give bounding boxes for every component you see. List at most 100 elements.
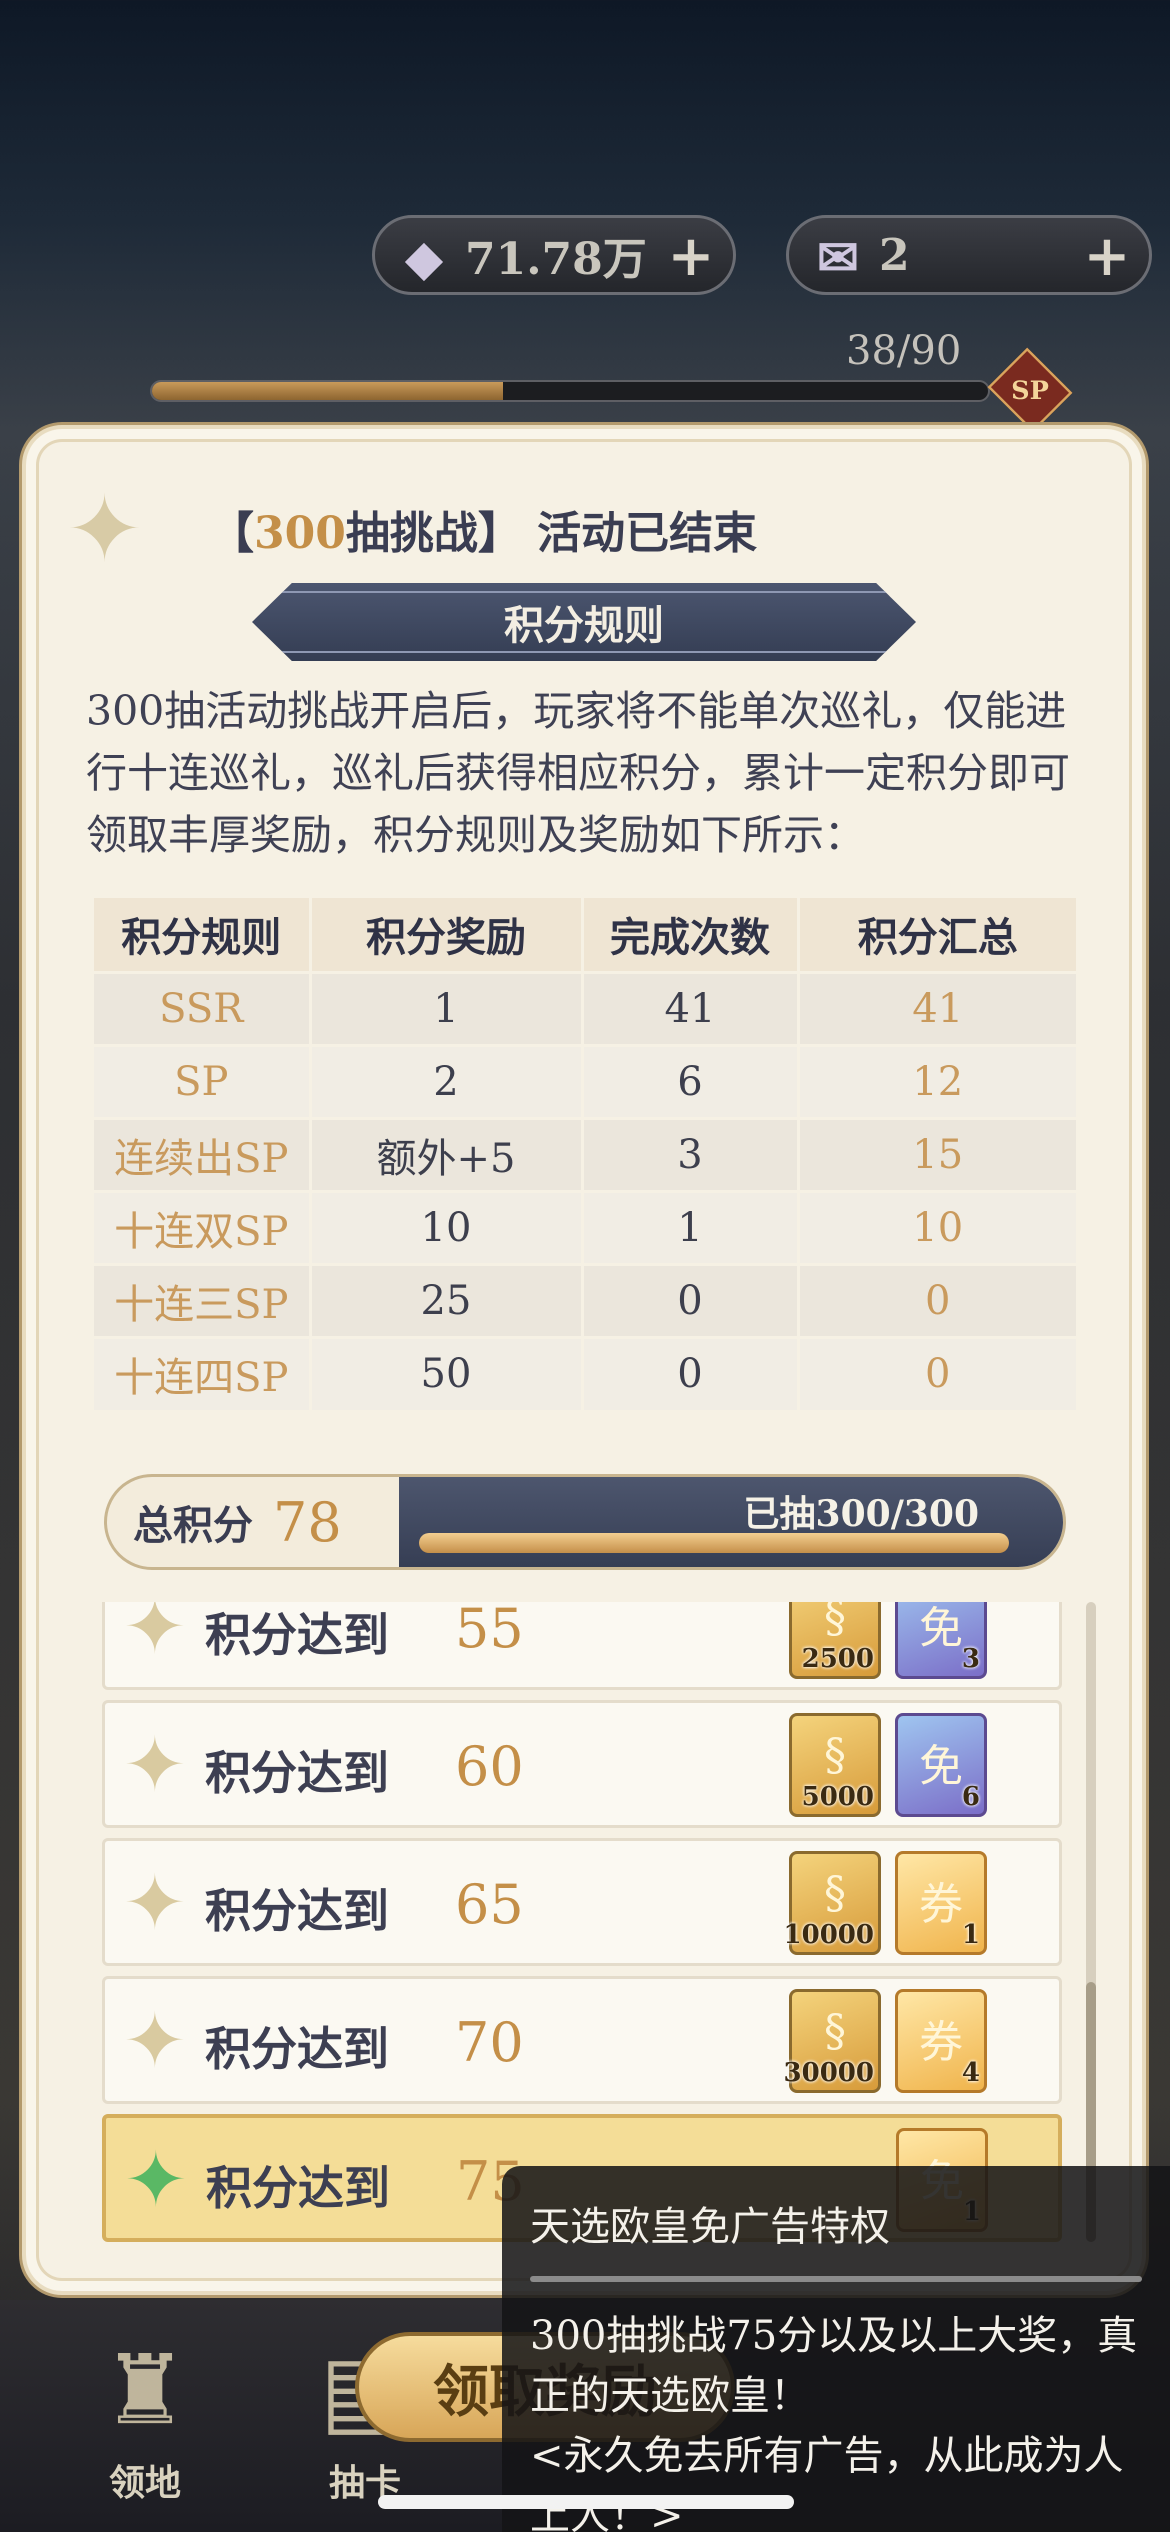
pity-progress-fill <box>152 382 504 400</box>
item-glyph: § <box>824 2006 846 2057</box>
reward-label: 积分达到 <box>205 1746 389 1800</box>
ticket-currency[interactable]: ✉ 2 + <box>786 215 1152 295</box>
item-count: 5000 <box>801 1782 874 1812</box>
table-header-row: 积分规则 积分奖励 完成次数 积分汇总 <box>94 898 1076 972</box>
add-ticket-icon[interactable]: + <box>1079 228 1135 284</box>
crystal-icon: ◆ <box>404 227 444 287</box>
reward-row[interactable]: ✦ 积分达到 55 § 2500 免 3 <box>102 1602 1062 1690</box>
total-score-value: 78 <box>273 1490 342 1554</box>
tooltip-line: <永久免去所有广告，从此成为人上人！> <box>530 2433 1124 2532</box>
item-count: 2500 <box>801 1644 874 1674</box>
reward-item-icon[interactable]: 免3 <box>895 1602 987 1679</box>
item-glyph: § <box>824 1602 846 1643</box>
item-count: 6 <box>961 1782 980 1812</box>
reward-row[interactable]: ✦ 积分达到 60 § 5000 免 6 <box>102 1700 1062 1828</box>
rules-description: 300抽活动挑战开启后，玩家将不能单次巡礼，仅能进行十连巡礼，巡礼后获得相应积分… <box>86 687 1070 859</box>
item-count: 1 <box>961 1920 980 1950</box>
reward-item-icon[interactable]: 券4 <box>895 1989 987 2093</box>
add-jade-icon[interactable]: + <box>663 228 719 284</box>
table-cell: 3 <box>582 1116 800 1191</box>
home-indicator[interactable] <box>378 2495 794 2509</box>
item-count: 10000 <box>783 1920 874 1950</box>
table-row: 十连双SP 10 1 10 <box>94 1189 1076 1264</box>
table-header: 完成次数 <box>582 898 800 972</box>
reward-item-icon[interactable]: § 5000 <box>789 1713 881 1817</box>
item-count: 3 <box>961 1644 980 1674</box>
item-glyph: § <box>824 1730 846 1781</box>
reward-list[interactable]: ✦ 积分达到 55 § 2500 免 3 ✦ 积分达到 60 § 5000 免 6 ✦ 积分达到 65 § 1000… <box>102 1602 1062 2262</box>
table-cell: 2 <box>310 1043 584 1118</box>
nav-territory[interactable]: ♜ 领地 <box>60 2330 230 2520</box>
reward-item-icon[interactable]: § 10000 <box>784 1851 881 1955</box>
tooltip-title: 天选欧皇免广告特权 <box>530 2204 890 2250</box>
draw-progress-fill <box>419 1533 1009 1553</box>
total-score-label: 总积分 <box>133 1502 253 1549</box>
ticket-value: 2 <box>879 229 910 281</box>
table-cell: 连续出SP <box>94 1116 312 1191</box>
reward-row[interactable]: ✦ 积分达到 70 § 30000 券 4 <box>102 1976 1062 2104</box>
table-header: 积分汇总 <box>798 898 1076 972</box>
table-cell: 41 <box>798 970 1076 1045</box>
reward-threshold: 65 <box>455 1873 524 1936</box>
table-cell: 41 <box>582 970 800 1045</box>
jade-currency[interactable]: ◆ 71.78万 + <box>372 215 736 295</box>
table-cell: 12 <box>798 1043 1076 1118</box>
reward-row[interactable]: ✦ 积分达到 65 § 10000 券 1 <box>102 1838 1062 1966</box>
sp-badge: SP <box>987 347 1073 433</box>
table-row: 连续出SP 额外+5 3 15 <box>94 1116 1076 1191</box>
table-cell: 50 <box>310 1335 584 1410</box>
sparkle-icon: ✦ <box>124 2135 188 2224</box>
draw-progress-bar <box>419 1533 1009 1553</box>
table-row: 十连三SP 25 0 0 <box>94 1262 1076 1337</box>
reward-label: 积分达到 <box>205 1884 389 1938</box>
top-resource-area: ◆ 71.78万 + ✉ 2 + 38/90 SP <box>0 0 1170 433</box>
table-cell: 0 <box>582 1262 800 1337</box>
sparkle-icon: ✦ <box>123 1602 187 1671</box>
tooltip-line: 300抽挑战75分以及以上大奖，真正的天选欧皇！ <box>530 2313 1138 2419</box>
table-header: 积分奖励 <box>310 898 584 972</box>
table-cell: SSR <box>94 970 312 1045</box>
table-cell: 1 <box>582 1189 800 1264</box>
reward-list-scrollbar[interactable] <box>1086 1602 1096 2242</box>
panel-title: 【300抽挑战】 活动已结束 <box>210 508 758 559</box>
table-row: SP 2 6 12 <box>94 1043 1076 1118</box>
item-glyph: § <box>824 1868 846 1919</box>
sparkle-icon: ✦ <box>123 1996 187 2085</box>
table-cell: 十连四SP <box>94 1335 312 1410</box>
table-cell: 10 <box>798 1189 1076 1264</box>
rules-banner: 积分规则 <box>252 583 916 661</box>
table-cell: 1 <box>310 970 584 1045</box>
sparkle-icon: ✦ <box>123 1720 187 1809</box>
reward-label: 积分达到 <box>205 1608 389 1662</box>
table-cell: 10 <box>310 1189 584 1264</box>
pity-progress-label: 38/90 <box>846 328 962 374</box>
ad-free-tooltip: 天选欧皇免广告特权 300抽挑战75分以及以上大奖，真正的天选欧皇！ <永久免去… <box>502 2166 1170 2532</box>
table-cell: 额外+5 <box>310 1116 584 1191</box>
table-header: 积分规则 <box>94 898 312 972</box>
reward-threshold: 55 <box>455 1602 524 1660</box>
jade-value: 71.78万 <box>465 234 647 285</box>
reward-item-icon[interactable]: 免6 <box>895 1713 987 1817</box>
total-score-bar: 总积分 78 已抽300/300 <box>104 1474 1066 1570</box>
drawn-count: 已抽300/300 <box>743 1493 979 1535</box>
reward-threshold: 70 <box>455 2011 524 2074</box>
table-cell: 十连双SP <box>94 1189 312 1264</box>
table-cell: 15 <box>798 1116 1076 1191</box>
table-cell: 6 <box>582 1043 800 1118</box>
table-row: SSR 1 41 41 <box>94 970 1076 1045</box>
table-cell: 0 <box>798 1262 1076 1337</box>
reward-item-icon[interactable]: § 2500 <box>789 1602 881 1679</box>
reward-item-icon[interactable]: 券1 <box>895 1851 987 1955</box>
table-cell: 0 <box>798 1335 1076 1410</box>
scroll-icon: ✉ <box>817 227 859 287</box>
reward-item-icon[interactable]: § 30000 <box>784 1989 881 2093</box>
pity-progress-bar <box>150 380 990 402</box>
table-cell: 0 <box>582 1335 800 1410</box>
reward-label: 积分达到 <box>206 2161 390 2215</box>
item-count: 4 <box>961 2058 980 2088</box>
reward-label: 积分达到 <box>205 2022 389 2076</box>
table-cell: SP <box>94 1043 312 1118</box>
score-rules-table: 积分规则 积分奖励 完成次数 积分汇总 SSR 1 41 41 SP 2 6 12 连续出SP 额… <box>94 898 1076 1410</box>
tooltip-divider <box>530 2276 1142 2282</box>
castle-icon: ♜ <box>101 2334 189 2446</box>
